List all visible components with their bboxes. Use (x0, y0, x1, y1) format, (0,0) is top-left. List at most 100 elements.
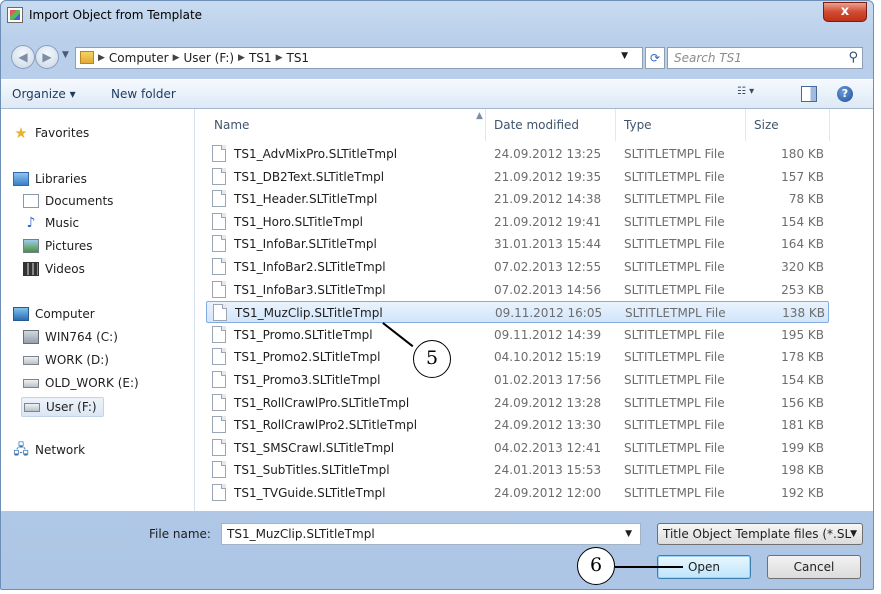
preview-pane-icon[interactable] (801, 86, 817, 102)
table-row[interactable]: TS1_TVGuide.SLTitleTmpl 24.09.2012 12:00 S… (206, 482, 829, 504)
sidebar-item-label: WORK (D:) (45, 353, 109, 367)
crumb-ts1[interactable]: TS1 (249, 51, 272, 65)
forward-button[interactable]: ▶ (35, 45, 59, 69)
star-icon: ★ (14, 124, 28, 142)
file-size-cell: 320 KB (781, 260, 824, 274)
file-type-filter-value: Title Object Template files (*.SL (663, 527, 852, 541)
back-button[interactable]: ◀ (11, 45, 35, 69)
search-placeholder: Search TS1 (674, 51, 742, 65)
chevron-down-icon[interactable]: ▼ (621, 51, 628, 61)
recent-pages-dropdown-icon[interactable]: ▼ (62, 50, 69, 60)
organize-button[interactable]: Organize ▾ (12, 87, 76, 101)
table-row[interactable]: TS1_RollCrawlPro.SLTitleTmpl 24.09.2012 1… (206, 392, 829, 414)
file-icon (212, 438, 226, 456)
browser-body: ★ Favorites Libraries Documents ♪ Music … (1, 109, 873, 511)
file-name-cell: TS1_TVGuide.SLTitleTmpl (234, 486, 386, 500)
breadcrumb[interactable]: ▶ Computer ▶ User (F:) ▶ TS1 ▶ TS1 ▼ (75, 47, 643, 69)
sidebar-item-network[interactable]: 🖧 Network (13, 443, 85, 457)
table-row[interactable]: TS1_RollCrawlPro2.SLTitleTmpl 24.09.2012 … (206, 414, 829, 436)
table-row[interactable]: TS1_Promo3.SLTitleTmpl 01.02.2013 17:56 SL… (206, 369, 829, 391)
table-row[interactable]: TS1_SMSCrawl.SLTitleTmpl 04.02.2013 12:41… (206, 437, 829, 459)
sidebar-item-drive-c[interactable]: WIN764 (C:) (23, 330, 118, 344)
column-header-date[interactable]: Date modified (486, 109, 616, 141)
sidebar-item-documents[interactable]: Documents (23, 194, 113, 208)
app-icon (7, 7, 23, 23)
file-name-field[interactable]: TS1_MuzClip.SLTitleTmpl ▼ (221, 523, 641, 545)
sidebar-item-computer[interactable]: Computer (13, 307, 95, 321)
refresh-icon: ⟳ (649, 51, 661, 65)
help-icon[interactable]: ? (837, 86, 853, 102)
forward-arrow-icon: ▶ (42, 50, 52, 64)
date-modified-cell: 24.09.2012 13:25 (494, 147, 602, 161)
search-input[interactable]: Search TS1 ⚲ (667, 47, 863, 69)
date-modified-cell: 24.09.2012 12:00 (494, 486, 602, 500)
refresh-button[interactable]: ⟳ (645, 47, 665, 69)
table-row[interactable]: TS1_Promo2.SLTitleTmpl 04.10.2012 15:19 SL… (206, 346, 829, 368)
sidebar-item-label: Music (45, 216, 80, 230)
drive-icon (23, 355, 39, 365)
network-icon: 🖧 (13, 442, 29, 458)
file-size-cell: 78 KB (788, 192, 824, 207)
view-options-icon[interactable]: ☷ ▾ (737, 86, 767, 102)
file-type-cell: SLTITLETMPL File (624, 147, 725, 161)
chevron-right-icon[interactable]: ▶ (276, 53, 283, 63)
file-name-cell: TS1_Promo3.SLTitleTmpl (234, 373, 381, 387)
close-button[interactable]: x (823, 2, 867, 22)
crumb-computer[interactable]: Computer (109, 51, 169, 65)
chevron-right-icon[interactable]: ▶ (173, 53, 180, 63)
computer-icon (13, 307, 29, 321)
sidebar-item-pictures[interactable]: Pictures (23, 239, 93, 253)
date-modified-cell: 04.02.2013 12:41 (494, 440, 602, 455)
table-row[interactable]: TS1_InfoBar3.SLTitleTmpl 07.02.2013 14:56… (206, 279, 829, 301)
window-title: Import Object from Template (29, 8, 203, 22)
table-row[interactable]: TS1_InfoBar2.SLTitleTmpl 07.02.2013 12:55… (206, 256, 829, 278)
file-size-cell: 192 KB (781, 486, 824, 500)
sidebar-item-drive-d[interactable]: WORK (D:) (23, 353, 109, 367)
date-modified-cell: 09.11.2012 16:05 (495, 306, 603, 321)
date-modified-cell: 24.01.2013 15:53 (494, 463, 602, 478)
table-row[interactable]: TS1_Horo.SLTitleTmpl 21.09.2012 19:41 SLTI… (206, 211, 829, 233)
crumb-ts1-current[interactable]: TS1 (286, 51, 309, 65)
sidebar-item-drive-f[interactable]: User (F:) (21, 397, 104, 417)
table-row[interactable]: TS1_AdvMixPro.SLTitleTmpl 24.09.2012 13:2… (206, 143, 829, 165)
date-modified-cell: 01.02.2013 17:56 (494, 373, 602, 387)
file-icon (212, 416, 226, 434)
file-name-cell: TS1_MuzClip.SLTitleTmpl (235, 306, 383, 321)
search-icon[interactable]: ⚲ (848, 50, 858, 65)
sidebar-item-label: Videos (45, 262, 85, 276)
cancel-button[interactable]: Cancel (767, 555, 861, 579)
file-size-cell: 164 KB (781, 237, 824, 252)
sidebar-item-favorites[interactable]: ★ Favorites (13, 124, 89, 142)
sidebar-item-label: Network (35, 443, 86, 457)
column-header-size[interactable]: Size (746, 109, 830, 141)
file-name-cell: TS1_Promo.SLTitleTmpl (234, 327, 373, 342)
chevron-right-icon[interactable]: ▶ (238, 53, 245, 63)
file-type-filter[interactable]: Title Object Template files (*.SL ▼ (657, 523, 863, 545)
sidebar-item-libraries[interactable]: Libraries (13, 172, 87, 186)
file-name-cell: TS1_Header.SLTitleTmpl (234, 192, 378, 207)
table-row[interactable]: TS1_SubTitles.SLTitleTmpl 24.01.2013 15:5… (206, 459, 829, 481)
column-header-name[interactable]: Name (206, 109, 486, 141)
table-row[interactable]: TS1_Promo.SLTitleTmpl 09.11.2012 14:39 SLT… (206, 324, 829, 346)
file-size-cell: 178 KB (781, 350, 824, 365)
crumb-user-drive[interactable]: User (F:) (184, 51, 235, 65)
table-row[interactable]: TS1_DB2Text.SLTitleTmpl 21.09.2012 19:35 S… (206, 166, 829, 188)
date-modified-cell: 04.10.2012 15:19 (494, 350, 602, 365)
table-row[interactable]: TS1_Header.SLTitleTmpl 21.09.2012 14:38 SL… (206, 188, 829, 210)
file-type-cell: SLTITLETMPL File (624, 418, 725, 433)
sidebar-item-music[interactable]: ♪ Music (23, 216, 80, 230)
table-row[interactable]: TS1_InfoBar.SLTitleTmpl 31.01.2013 15:44 S… (206, 233, 829, 255)
file-icon (212, 258, 226, 275)
chevron-right-icon[interactable]: ▶ (98, 53, 105, 63)
table-row[interactable]: TS1_MuzClip.SLTitleTmpl 09.11.2012 16:05 S… (206, 301, 829, 324)
new-folder-button[interactable]: New folder (111, 87, 176, 101)
sidebar-item-videos[interactable]: Videos (23, 262, 85, 276)
sidebar-item-drive-e[interactable]: OLD_WORK (E:) (23, 376, 139, 390)
sidebar-item-label: Pictures (45, 239, 93, 253)
column-header-type[interactable]: Type (616, 109, 746, 141)
callout-6-marker: 6 (577, 547, 615, 585)
file-name-cell: TS1_SMSCrawl.SLTitleTmpl (234, 440, 395, 455)
folder-icon (80, 51, 94, 64)
chevron-down-icon[interactable]: ▼ (625, 529, 632, 539)
file-type-cell: SLTITLETMPL File (624, 395, 725, 410)
